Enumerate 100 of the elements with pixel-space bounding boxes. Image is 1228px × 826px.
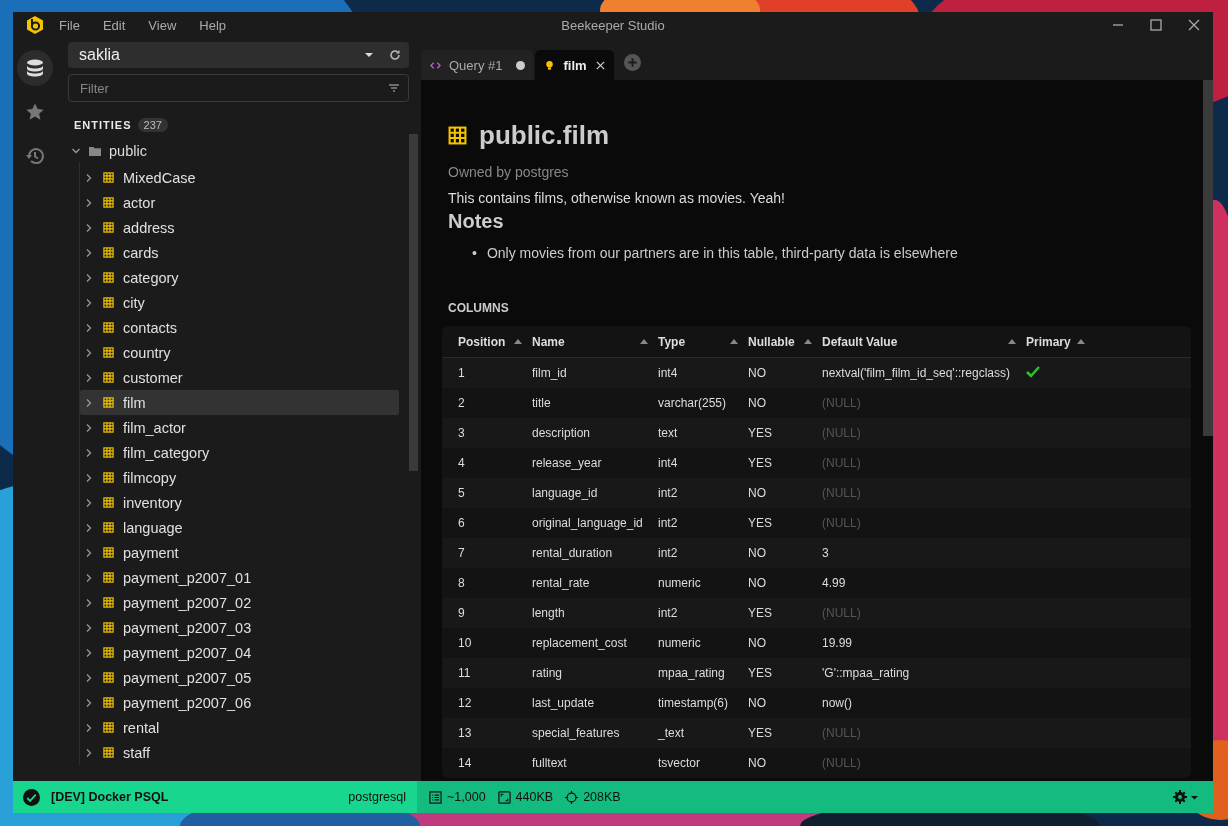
filter-field[interactable]: Filter <box>68 74 409 102</box>
chevron-right-icon[interactable] <box>84 447 94 458</box>
sort-icon[interactable] <box>514 339 522 344</box>
tab[interactable]: film <box>535 50 614 80</box>
table-cell-text: 'G'::mpaa_rating <box>822 666 911 680</box>
table-item[interactable]: contacts <box>80 315 399 340</box>
table-item[interactable]: payment_p2007_02 <box>80 590 399 615</box>
table-item[interactable]: inventory <box>80 490 399 515</box>
chevron-right-icon[interactable] <box>84 372 94 383</box>
chevron-right-icon[interactable] <box>84 422 94 433</box>
schema-item[interactable]: public <box>57 140 403 162</box>
maximize-icon[interactable] <box>1150 19 1162 31</box>
table-item[interactable]: city <box>80 290 399 315</box>
table-item[interactable]: payment <box>80 540 399 565</box>
scrollbar[interactable] <box>409 134 418 471</box>
chevron-right-icon[interactable] <box>84 322 94 333</box>
chevron-right-icon[interactable] <box>84 172 94 183</box>
table-cell-text: YES <box>748 666 773 680</box>
chevron-right-icon[interactable] <box>84 497 94 508</box>
column-header[interactable]: Default Value <box>822 334 1026 349</box>
table-item[interactable]: payment_p2007_04 <box>80 640 399 665</box>
chevron-right-icon[interactable] <box>84 622 94 633</box>
table-cell-text: (NULL) <box>822 756 862 770</box>
table-item[interactable]: payment_p2007_05 <box>80 665 399 690</box>
chevron-right-icon[interactable] <box>84 522 94 533</box>
table-cell-text: NO <box>748 636 767 650</box>
table-item[interactable]: cards <box>80 240 399 265</box>
close-icon[interactable] <box>594 59 606 71</box>
table-icon <box>103 747 114 758</box>
sort-icon[interactable] <box>1076 339 1085 344</box>
table-item[interactable]: category <box>80 265 399 290</box>
description-text: This contains films, otherwise known as movies. Yeah! <box>448 190 786 206</box>
sort-icon[interactable] <box>804 339 812 344</box>
table-item[interactable]: film_actor <box>80 415 399 440</box>
table-item[interactable]: payment_p2007_06 <box>80 690 399 715</box>
menu-item[interactable]: Help <box>199 17 227 33</box>
table-cell-text: NO <box>748 486 767 500</box>
table-item[interactable]: payment_p2007_01 <box>80 565 399 590</box>
table-item[interactable]: MixedCase <box>80 165 399 190</box>
scrollbar[interactable] <box>1203 80 1213 436</box>
chevron-right-icon[interactable] <box>84 347 94 358</box>
chevron-right-icon[interactable] <box>84 297 94 308</box>
table-icon <box>448 126 467 145</box>
section-heading: COLUMNS <box>448 301 510 315</box>
table-icon <box>103 372 114 383</box>
chevron-right-icon[interactable] <box>84 747 94 758</box>
chevron-right-icon[interactable] <box>84 572 94 583</box>
table-item[interactable]: film <box>80 390 399 415</box>
table-item[interactable]: staff <box>80 740 399 765</box>
chevron-right-icon[interactable] <box>84 222 94 233</box>
table-item[interactable]: payment_p2007_03 <box>80 615 399 640</box>
table-cell-text: NO <box>748 366 767 380</box>
column-header[interactable]: Position <box>458 334 532 349</box>
table-icon <box>103 522 114 533</box>
table-item[interactable]: rental <box>80 715 399 740</box>
chevron-right-icon[interactable] <box>84 672 94 683</box>
table-item[interactable]: customer <box>80 365 399 390</box>
table-cell-text: (NULL) <box>822 426 862 440</box>
chevron-down-icon[interactable] <box>71 146 81 156</box>
chevron-right-icon[interactable] <box>84 597 94 608</box>
chevron-right-icon[interactable] <box>84 722 94 733</box>
table-item[interactable]: language <box>80 515 399 540</box>
chevron-right-icon[interactable] <box>84 547 94 558</box>
chevron-right-icon[interactable] <box>84 397 94 408</box>
settings-icon[interactable] <box>1173 790 1199 804</box>
sort-icon[interactable] <box>730 339 738 344</box>
chevron-right-icon[interactable] <box>84 197 94 208</box>
close-icon[interactable] <box>1188 19 1200 31</box>
menu-item[interactable]: File <box>59 17 80 33</box>
menu-item[interactable]: Edit <box>102 17 126 33</box>
sort-icon[interactable] <box>1008 339 1016 344</box>
table-cell-text: YES <box>748 456 773 470</box>
menu-item[interactable]: View <box>148 17 177 33</box>
table-cell-text: (NULL) <box>822 606 862 620</box>
chevron-right-icon[interactable] <box>84 247 94 258</box>
row-count: ~1,000 <box>447 790 486 804</box>
tab[interactable]: Query #1 <box>421 50 534 80</box>
table-icon <box>103 547 114 558</box>
table-cell-text: 14 <box>458 756 473 770</box>
column-header[interactable]: Name <box>532 334 658 349</box>
chevron-right-icon[interactable] <box>84 272 94 283</box>
chevron-right-icon[interactable] <box>84 647 94 658</box>
table-item[interactable]: film_category <box>80 440 399 465</box>
chevron-right-icon[interactable] <box>84 472 94 483</box>
table-item[interactable]: filmcopy <box>80 465 399 490</box>
table-icon <box>103 572 114 583</box>
connection-dropdown[interactable]: saklia <box>68 42 409 68</box>
database-button[interactable] <box>17 50 53 86</box>
table-item[interactable]: address <box>80 215 399 240</box>
section-heading: ENTITIES <box>74 119 132 131</box>
chevron-right-icon[interactable] <box>84 697 94 708</box>
table-item[interactable]: actor <box>80 190 399 215</box>
connection-name: [DEV] Docker PSQL <box>51 790 170 804</box>
column-header[interactable]: Nullable <box>748 334 822 349</box>
column-header[interactable]: Primary <box>1026 334 1191 349</box>
table-item[interactable]: country <box>80 340 399 365</box>
column-header[interactable]: Type <box>658 334 748 349</box>
table-cell-text: int2 <box>658 606 679 620</box>
sort-icon[interactable] <box>640 339 648 344</box>
window-title: Beekeeper Studio <box>561 17 665 33</box>
